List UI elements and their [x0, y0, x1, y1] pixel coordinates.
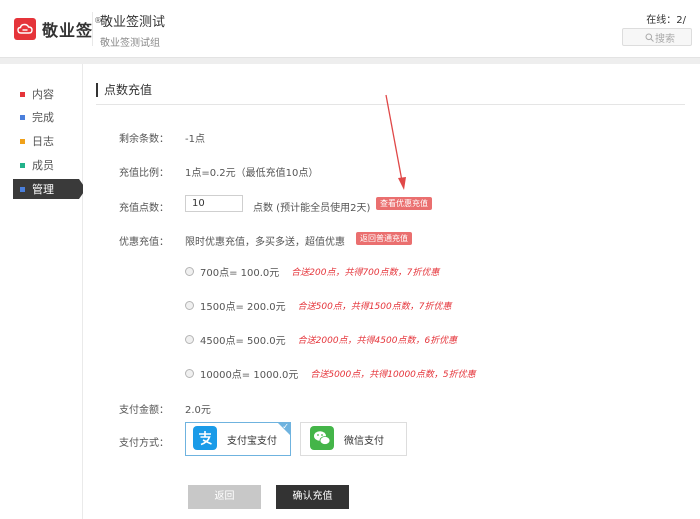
- project-subtitle: 敬业签测试组: [100, 38, 160, 49]
- ratio-label: 充值比例：: [119, 168, 169, 179]
- bullet-icon: [20, 114, 25, 120]
- alipay-label: 支付宝支付: [227, 435, 277, 447]
- bullet-icon: [20, 186, 25, 192]
- sidebar-item-done[interactable]: 完成: [13, 107, 79, 127]
- sidebar: 内容 完成 日志 成员 管理: [0, 64, 86, 519]
- title-divider: [96, 104, 685, 105]
- search-input[interactable]: 搜索: [622, 28, 692, 46]
- ratio-value: 1点=0.2元（最低充值10点）: [185, 168, 319, 179]
- back-normal-tag[interactable]: 返回普通充值: [356, 232, 412, 245]
- promo-label: 优惠充值：: [119, 237, 169, 248]
- sidebar-item-label: 管理: [32, 183, 54, 196]
- sidebar-item-log[interactable]: 日志: [13, 131, 79, 151]
- promo-option[interactable]: 10000点= 1000.0元 合送5000点，共得10000点数，5折优惠: [185, 366, 476, 381]
- sidebar-item-label: 内容: [32, 88, 54, 101]
- points-hint: 点数 (预计能全员使用2天): [253, 203, 371, 214]
- logo[interactable]: 敬业签 ®: [14, 15, 102, 43]
- top-header: 敬业签 ® 敬业签测试 敬业签测试组 在线：2/ 搜索: [0, 0, 700, 58]
- option-price: 4500点= 500.0元: [200, 335, 286, 347]
- wechat-label: 微信支付: [344, 435, 384, 447]
- points-input[interactable]: 10: [185, 195, 243, 212]
- project-title: 敬业签测试: [100, 15, 166, 30]
- option-price: 10000点= 1000.0元: [200, 369, 299, 381]
- cloud-logo-icon: [14, 18, 36, 40]
- back-button[interactable]: 返回: [188, 485, 261, 509]
- sidebar-item-members[interactable]: 成员: [13, 155, 79, 175]
- radio-button[interactable]: [185, 300, 194, 310]
- option-price: 1500点= 200.0元: [200, 301, 286, 313]
- wechat-option[interactable]: 微信支付: [300, 422, 407, 456]
- option-promo: 合送5000点，共得10000点数，5折优惠: [310, 369, 476, 380]
- alipay-option[interactable]: 支付宝支付 ✓: [185, 422, 291, 456]
- view-promo-tag[interactable]: 查看优惠充值: [376, 197, 432, 210]
- radio-button[interactable]: [185, 334, 194, 344]
- points-label: 充值点数：: [119, 203, 169, 214]
- header-divider: [92, 12, 93, 46]
- sidebar-item-label: 日志: [32, 135, 54, 148]
- radio-button[interactable]: [185, 368, 194, 378]
- promo-option[interactable]: 4500点= 500.0元 合送2000点，共得4500点数，6折优惠: [185, 332, 458, 347]
- main-panel: 点数充值 剩余条数： -1点 充值比例： 1点=0.2元（最低充值10点） 充值…: [83, 64, 700, 519]
- promo-option[interactable]: 1500点= 200.0元 合送500点，共得1500点数，7折优惠: [185, 298, 452, 313]
- amount-label: 支付金额：: [119, 405, 169, 416]
- remaining-label: 剩余条数：: [119, 134, 169, 145]
- check-icon: ✓: [282, 422, 289, 431]
- promo-desc: 限时优惠充值，多买多送，超值优惠: [185, 237, 345, 248]
- confirm-button[interactable]: 确认充值: [276, 485, 349, 509]
- logo-text: 敬业签: [42, 21, 94, 40]
- option-price: 700点= 100.0元: [200, 267, 280, 279]
- sidebar-item-manage[interactable]: 管理: [13, 179, 86, 199]
- amount-value: 2.0元: [185, 405, 211, 416]
- sidebar-item-content[interactable]: 内容: [13, 84, 79, 104]
- method-label: 支付方式：: [119, 438, 169, 449]
- option-promo: 合送2000点，共得4500点数，6折优惠: [297, 335, 458, 346]
- online-count: 在线：2/: [646, 15, 686, 26]
- sidebar-item-label: 成员: [32, 159, 54, 172]
- sidebar-item-label: 完成: [32, 111, 54, 124]
- bullet-icon: [20, 138, 25, 144]
- search-placeholder: 搜索: [655, 33, 675, 45]
- remaining-value: -1点: [185, 134, 205, 145]
- search-icon: [645, 33, 654, 42]
- alipay-icon: [193, 425, 217, 453]
- wechat-icon: [310, 425, 334, 453]
- promo-option[interactable]: 700点= 100.0元 合送200点，共得700点数，7折优惠: [185, 264, 440, 279]
- option-promo: 合送200点，共得700点数，7折优惠: [291, 267, 440, 278]
- option-promo: 合送500点，共得1500点数，7折优惠: [297, 301, 452, 312]
- bullet-icon: [20, 162, 25, 168]
- bullet-icon: [20, 91, 25, 97]
- section-title: 点数充值: [96, 83, 152, 97]
- radio-button[interactable]: [185, 266, 194, 276]
